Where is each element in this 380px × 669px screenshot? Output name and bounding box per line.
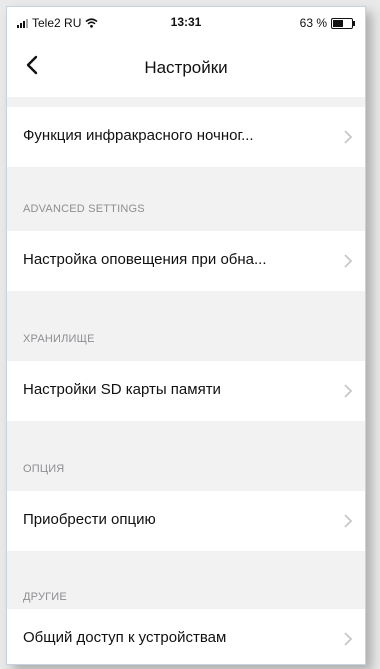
status-bar: Tele2 RU 13:31 63 %	[7, 7, 365, 37]
row-label: Общий доступ к устройствам	[23, 629, 227, 646]
row-label: Настройка оповещения при обна...	[23, 251, 267, 268]
chevron-right-icon	[344, 384, 353, 398]
navigation-bar: Настройки	[7, 37, 365, 97]
battery-icon	[331, 17, 355, 29]
chevron-right-icon	[344, 514, 353, 528]
settings-row-motion-alert[interactable]: Настройка оповещения при обна...	[7, 231, 365, 291]
battery-status: 63 %	[299, 16, 355, 30]
battery-percent: 63 %	[299, 16, 327, 30]
battery-fill	[333, 19, 344, 27]
settings-row-buy-option[interactable]: Приобрести опцию	[7, 491, 365, 551]
chevron-right-icon	[344, 254, 353, 268]
section-header-advanced: ADVANCED SETTINGS	[23, 203, 145, 215]
section-header-option: ОПЦИЯ	[23, 463, 65, 475]
page-title: Настройки	[144, 58, 228, 77]
chevron-right-icon	[344, 632, 353, 646]
settings-row-sd-card[interactable]: Настройки SD карты памяти	[7, 361, 365, 421]
chevron-right-icon	[344, 130, 353, 144]
row-label: Функция инфракрасного ночног...	[23, 127, 254, 144]
row-label: Приобрести опцию	[23, 511, 156, 528]
section-header-storage: ХРАНИЛИЩЕ	[23, 333, 95, 345]
section-header-other: ДРУГИЕ	[23, 591, 67, 603]
settings-row-night-vision[interactable]: Функция инфракрасного ночног...	[7, 107, 365, 167]
settings-row-device-sharing[interactable]: Общий доступ к устройствам	[7, 609, 365, 664]
phone-screen: Tele2 RU 13:31 63 % Настройки Функция ин…	[6, 6, 366, 665]
row-label: Настройки SD карты памяти	[23, 381, 221, 398]
